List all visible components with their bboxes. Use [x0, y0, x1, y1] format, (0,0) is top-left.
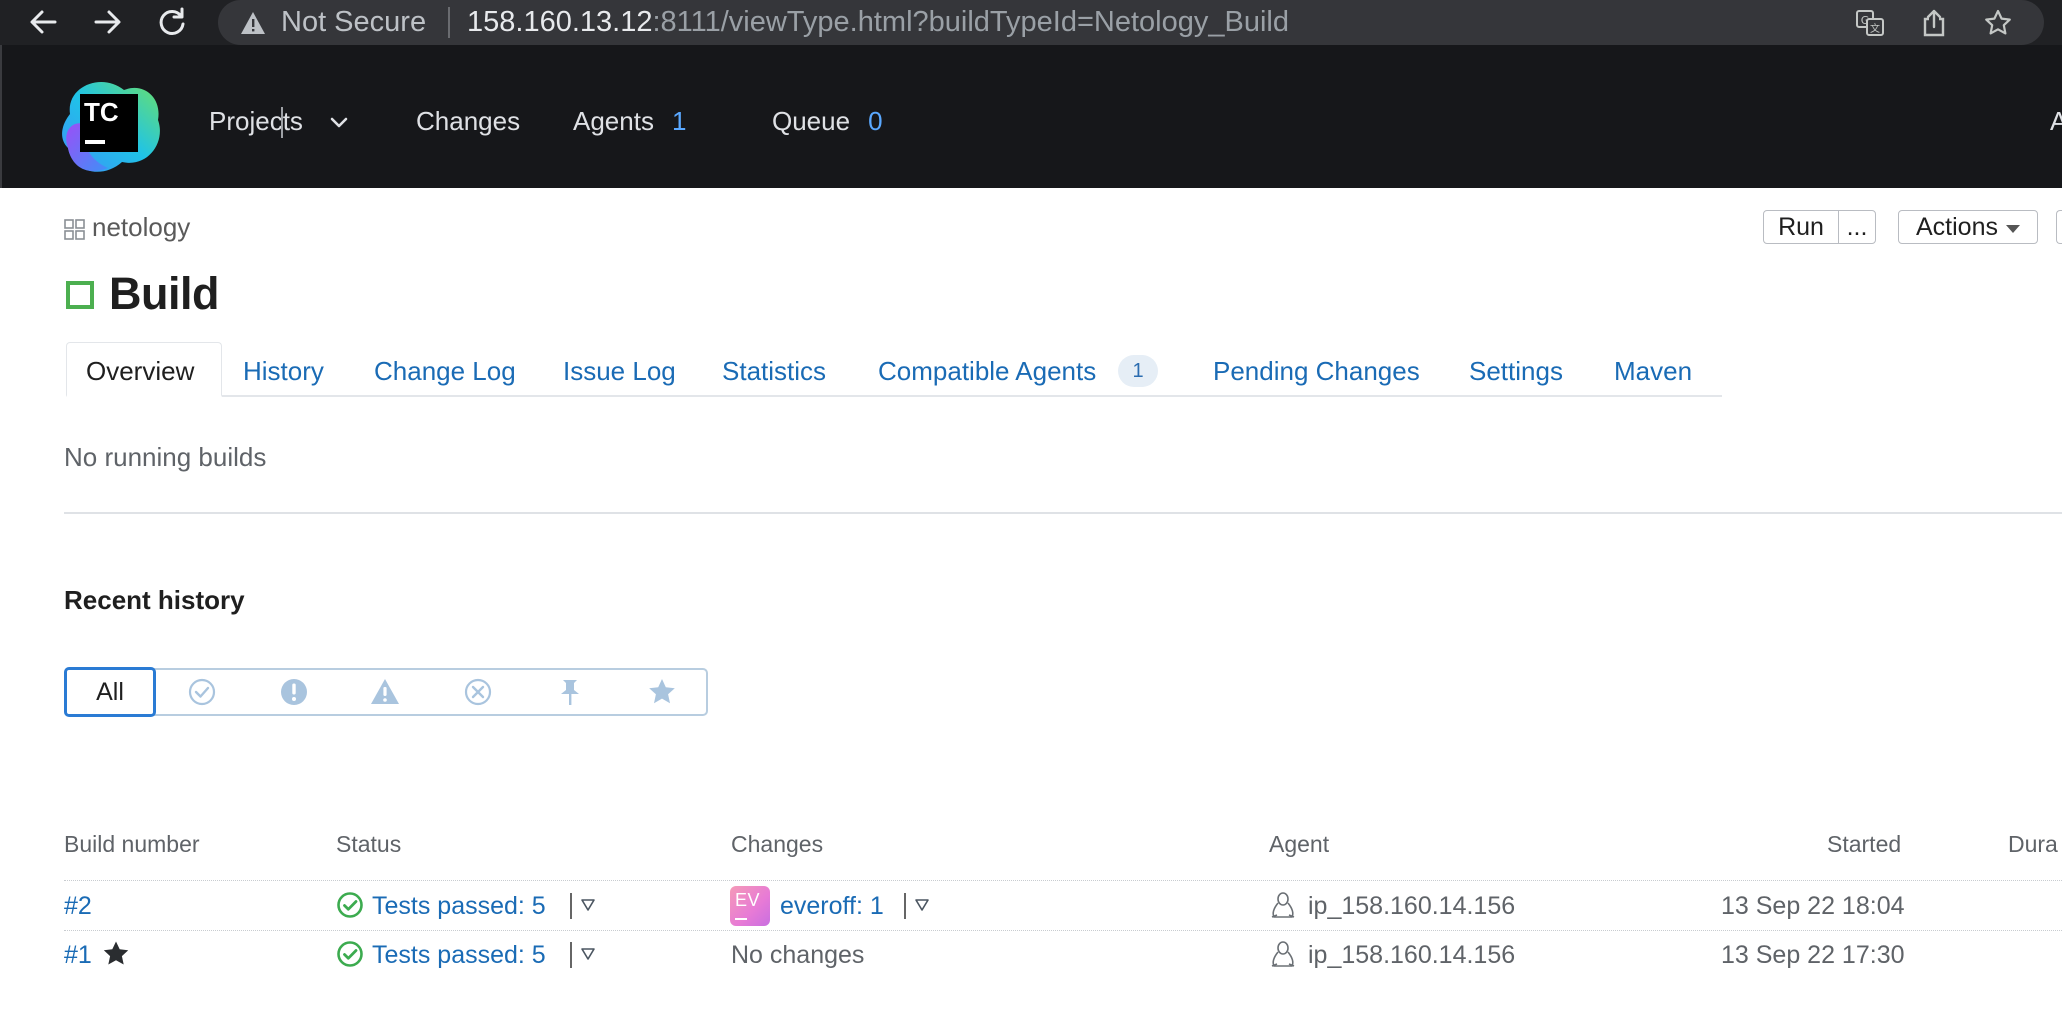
svg-text:文: 文 — [1870, 22, 1880, 35]
tab-maven[interactable]: Maven — [1614, 356, 1692, 387]
teamcity-logo-icon[interactable]: TC — [62, 76, 162, 176]
reload-icon[interactable] — [154, 4, 190, 40]
success-check-icon — [337, 892, 363, 918]
chevron-down-icon[interactable] — [329, 115, 349, 131]
row-divider — [64, 930, 2062, 931]
address-separator — [448, 7, 450, 38]
tab-change-log[interactable]: Change Log — [374, 356, 516, 387]
dropdown-triangle-icon[interactable] — [914, 898, 930, 912]
address-bar[interactable]: Not Secure 158.160.13.12:8111/viewType.h… — [218, 0, 2044, 45]
extra-button[interactable] — [2056, 210, 2062, 244]
no-changes-text: No changes — [731, 941, 865, 969]
build-number-link[interactable]: #1 — [64, 941, 92, 970]
filter-all-button[interactable]: All — [64, 667, 156, 717]
agent-name[interactable]: ip_158.160.14.156 — [1308, 941, 1515, 970]
build-status-link[interactable]: Tests passed: 5 — [372, 892, 546, 921]
warning-triangle-icon — [241, 12, 265, 34]
breadcrumb[interactable]: netology — [92, 212, 190, 243]
section-divider — [64, 512, 2062, 514]
dropdown-triangle-icon[interactable] — [580, 947, 596, 961]
tab-issue-log[interactable]: Issue Log — [563, 356, 676, 387]
caret-down-icon — [2005, 224, 2020, 233]
project-grid-icon — [64, 219, 85, 240]
actions-button[interactable]: Actions — [1898, 210, 2038, 244]
run-button[interactable]: Run — [1763, 210, 1839, 244]
column-header-build-number: Build number — [64, 831, 200, 857]
translate-icon[interactable]: G文 — [1855, 8, 1885, 38]
queue-count: 0 — [868, 106, 883, 136]
changes-link[interactable]: everoff: 1 — [780, 892, 884, 921]
security-label: Not Secure — [281, 6, 427, 38]
svg-text:TC: TC — [84, 97, 119, 127]
column-header-started: Started — [1827, 831, 1902, 857]
build-status-icon — [66, 281, 94, 309]
tab-pending-changes[interactable]: Pending Changes — [1213, 356, 1420, 387]
url-text[interactable]: 158.160.13.12:8111/viewType.html?buildTy… — [467, 6, 1289, 39]
agents-count: 1 — [671, 106, 687, 136]
column-header-agent: Agent — [1269, 831, 1330, 857]
build-status-link[interactable]: Tests passed: 5 — [372, 941, 546, 970]
header-right-text[interactable]: A — [2050, 106, 2062, 137]
row-divider — [64, 880, 2062, 881]
browser-toolbar: Not Secure 158.160.13.12:8111/viewType.h… — [0, 0, 2062, 45]
filter-cancelled-icon[interactable] — [462, 676, 494, 708]
nav-projects[interactable]: Projects — [209, 106, 303, 137]
filter-successful-icon[interactable] — [186, 676, 218, 708]
filter-warning-icon[interactable] — [369, 676, 401, 708]
filter-pinned-icon[interactable] — [554, 676, 586, 708]
tab-settings[interactable]: Settings — [1469, 356, 1563, 387]
projects-separator — [281, 107, 283, 138]
changes-separator — [904, 893, 906, 919]
status-separator — [570, 942, 572, 968]
build-started-time: 13 Sep 22 18:04 — [1721, 892, 1905, 920]
nav-queue[interactable]: Queue 0 — [772, 106, 883, 137]
tab-compatible-agents[interactable]: Compatible Agents — [878, 356, 1096, 387]
success-check-icon — [337, 941, 363, 967]
tabs-underline — [66, 395, 1722, 397]
compatible-agents-badge: 1 — [1118, 355, 1158, 387]
column-header-duration: Dura — [2008, 831, 2058, 857]
recent-history-title: Recent history — [64, 585, 245, 615]
filter-failed-icon[interactable] — [278, 676, 310, 708]
bookmark-star-icon[interactable] — [1983, 8, 2013, 38]
agent-name[interactable]: ip_158.160.14.156 — [1308, 892, 1515, 921]
linux-penguin-icon — [1271, 892, 1295, 918]
dropdown-triangle-icon[interactable] — [580, 898, 596, 912]
running-builds-status: No running builds — [64, 442, 267, 472]
run-options-button[interactable]: ... — [1838, 210, 1876, 244]
tab-history[interactable]: History — [243, 356, 324, 387]
share-icon[interactable] — [1919, 8, 1949, 38]
starred-icon[interactable] — [101, 939, 131, 969]
linux-penguin-icon — [1271, 941, 1295, 967]
forward-arrow-icon[interactable] — [90, 4, 126, 40]
status-separator — [570, 893, 572, 919]
column-header-changes: Changes — [731, 831, 824, 857]
filter-starred-icon[interactable] — [646, 676, 678, 708]
nav-changes[interactable]: Changes — [416, 106, 520, 137]
teamcity-header: TC Projects Changes Agents 1 Queue 0 A — [0, 45, 2062, 188]
tab-overview[interactable]: Overview — [86, 356, 194, 387]
page-title: Build — [109, 268, 219, 319]
nav-agents[interactable]: Agents 1 — [573, 106, 686, 137]
tab-statistics[interactable]: Statistics — [722, 356, 826, 387]
build-started-time: 13 Sep 22 17:30 — [1721, 941, 1905, 969]
back-arrow-icon[interactable] — [25, 4, 61, 40]
build-number-link[interactable]: #2 — [64, 892, 92, 921]
column-header-status: Status — [336, 831, 402, 857]
avatar: EV — [730, 886, 770, 926]
